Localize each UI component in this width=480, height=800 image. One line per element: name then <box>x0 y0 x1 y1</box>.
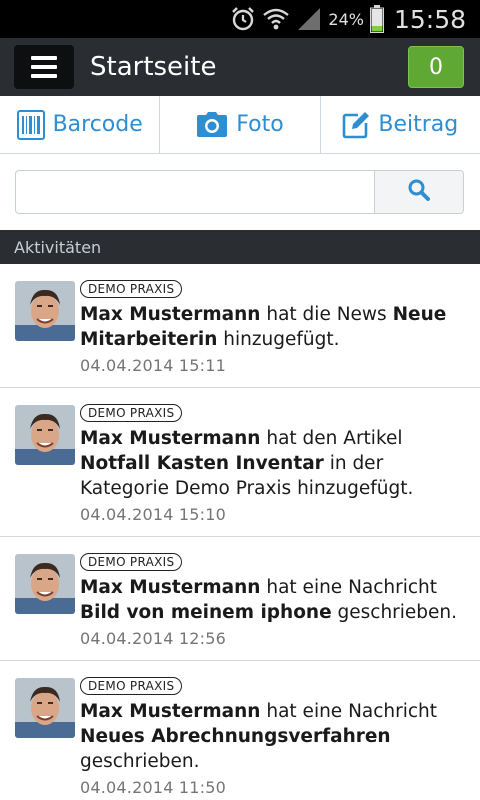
activity-user: Max Mustermann <box>80 701 261 722</box>
activity-subject[interactable]: Bild von meinem iphone <box>80 602 332 623</box>
activity-item[interactable]: DEMO PRAXIS Max Mustermann hat die News … <box>0 264 480 388</box>
activity-user: Max Mustermann <box>80 428 261 449</box>
avatar <box>15 281 75 341</box>
activity-message: Max Mustermann hat den Artikel Notfall K… <box>80 428 414 499</box>
alarm-icon <box>230 4 256 34</box>
clock: 15:58 <box>393 4 466 34</box>
activity-timestamp: 04.04.2014 15:10 <box>80 505 227 524</box>
tab-beitrag-label: Beitrag <box>378 112 459 137</box>
status-bar: 24% 15:58 <box>0 0 480 38</box>
hamburger-icon <box>31 56 57 78</box>
notification-count-button[interactable]: 0 <box>408 46 464 88</box>
page-title: Startseite <box>90 52 217 82</box>
activity-feed[interactable]: DEMO PRAXIS Max Mustermann hat die News … <box>0 264 480 800</box>
activity-message: Max Mustermann hat eine Nachricht Neues … <box>80 701 438 772</box>
tab-foto-label: Foto <box>236 112 284 137</box>
search-input[interactable] <box>15 170 375 214</box>
activity-user: Max Mustermann <box>80 577 261 598</box>
activity-user: Max Mustermann <box>80 304 261 325</box>
search-icon <box>407 178 431 206</box>
activity-timestamp: 04.04.2014 12:56 <box>80 629 227 648</box>
signal-icon <box>296 4 322 34</box>
edit-icon <box>342 111 370 139</box>
group-tag: DEMO PRAXIS <box>80 404 183 422</box>
search-bar <box>0 154 480 230</box>
battery-percent: 24% <box>328 9 364 29</box>
group-tag: DEMO PRAXIS <box>80 280 183 298</box>
group-tag: DEMO PRAXIS <box>80 677 183 695</box>
activity-item[interactable]: DEMO PRAXIS Max Mustermann hat eine Nach… <box>0 661 480 800</box>
avatar <box>15 678 75 738</box>
activity-timestamp: 04.04.2014 15:11 <box>80 356 227 375</box>
avatar <box>15 554 75 614</box>
avatar <box>15 405 75 465</box>
activity-item[interactable]: DEMO PRAXIS Max Mustermann hat eine Nach… <box>0 537 480 661</box>
group-tag: DEMO PRAXIS <box>80 553 183 571</box>
activity-item[interactable]: DEMO PRAXIS Max Mustermann hat den Artik… <box>0 388 480 537</box>
camera-icon <box>196 111 228 138</box>
search-button[interactable] <box>374 170 464 214</box>
activity-message: Max Mustermann hat eine Nachricht Bild v… <box>80 577 458 623</box>
tab-beitrag[interactable]: Beitrag <box>321 96 480 153</box>
action-tabs: Barcode Foto Beitrag <box>0 96 480 154</box>
tab-barcode-label: Barcode <box>52 112 143 137</box>
barcode-icon <box>16 109 45 140</box>
activity-subject[interactable]: Neues Abrechnungsverfahren <box>80 726 391 747</box>
tab-barcode[interactable]: Barcode <box>0 96 161 153</box>
action-bar: Startseite 0 <box>0 38 480 96</box>
section-header-activities: Aktivitäten <box>0 230 480 264</box>
battery-icon <box>369 4 384 34</box>
activity-subject[interactable]: Notfall Kasten Inventar <box>80 453 324 474</box>
activity-timestamp: 04.04.2014 11:50 <box>80 778 227 797</box>
activity-message: Max Mustermann hat die News Neue Mitarbe… <box>80 304 447 350</box>
wifi-icon <box>262 4 290 34</box>
tab-foto[interactable]: Foto <box>160 96 321 153</box>
menu-button[interactable] <box>14 45 74 89</box>
